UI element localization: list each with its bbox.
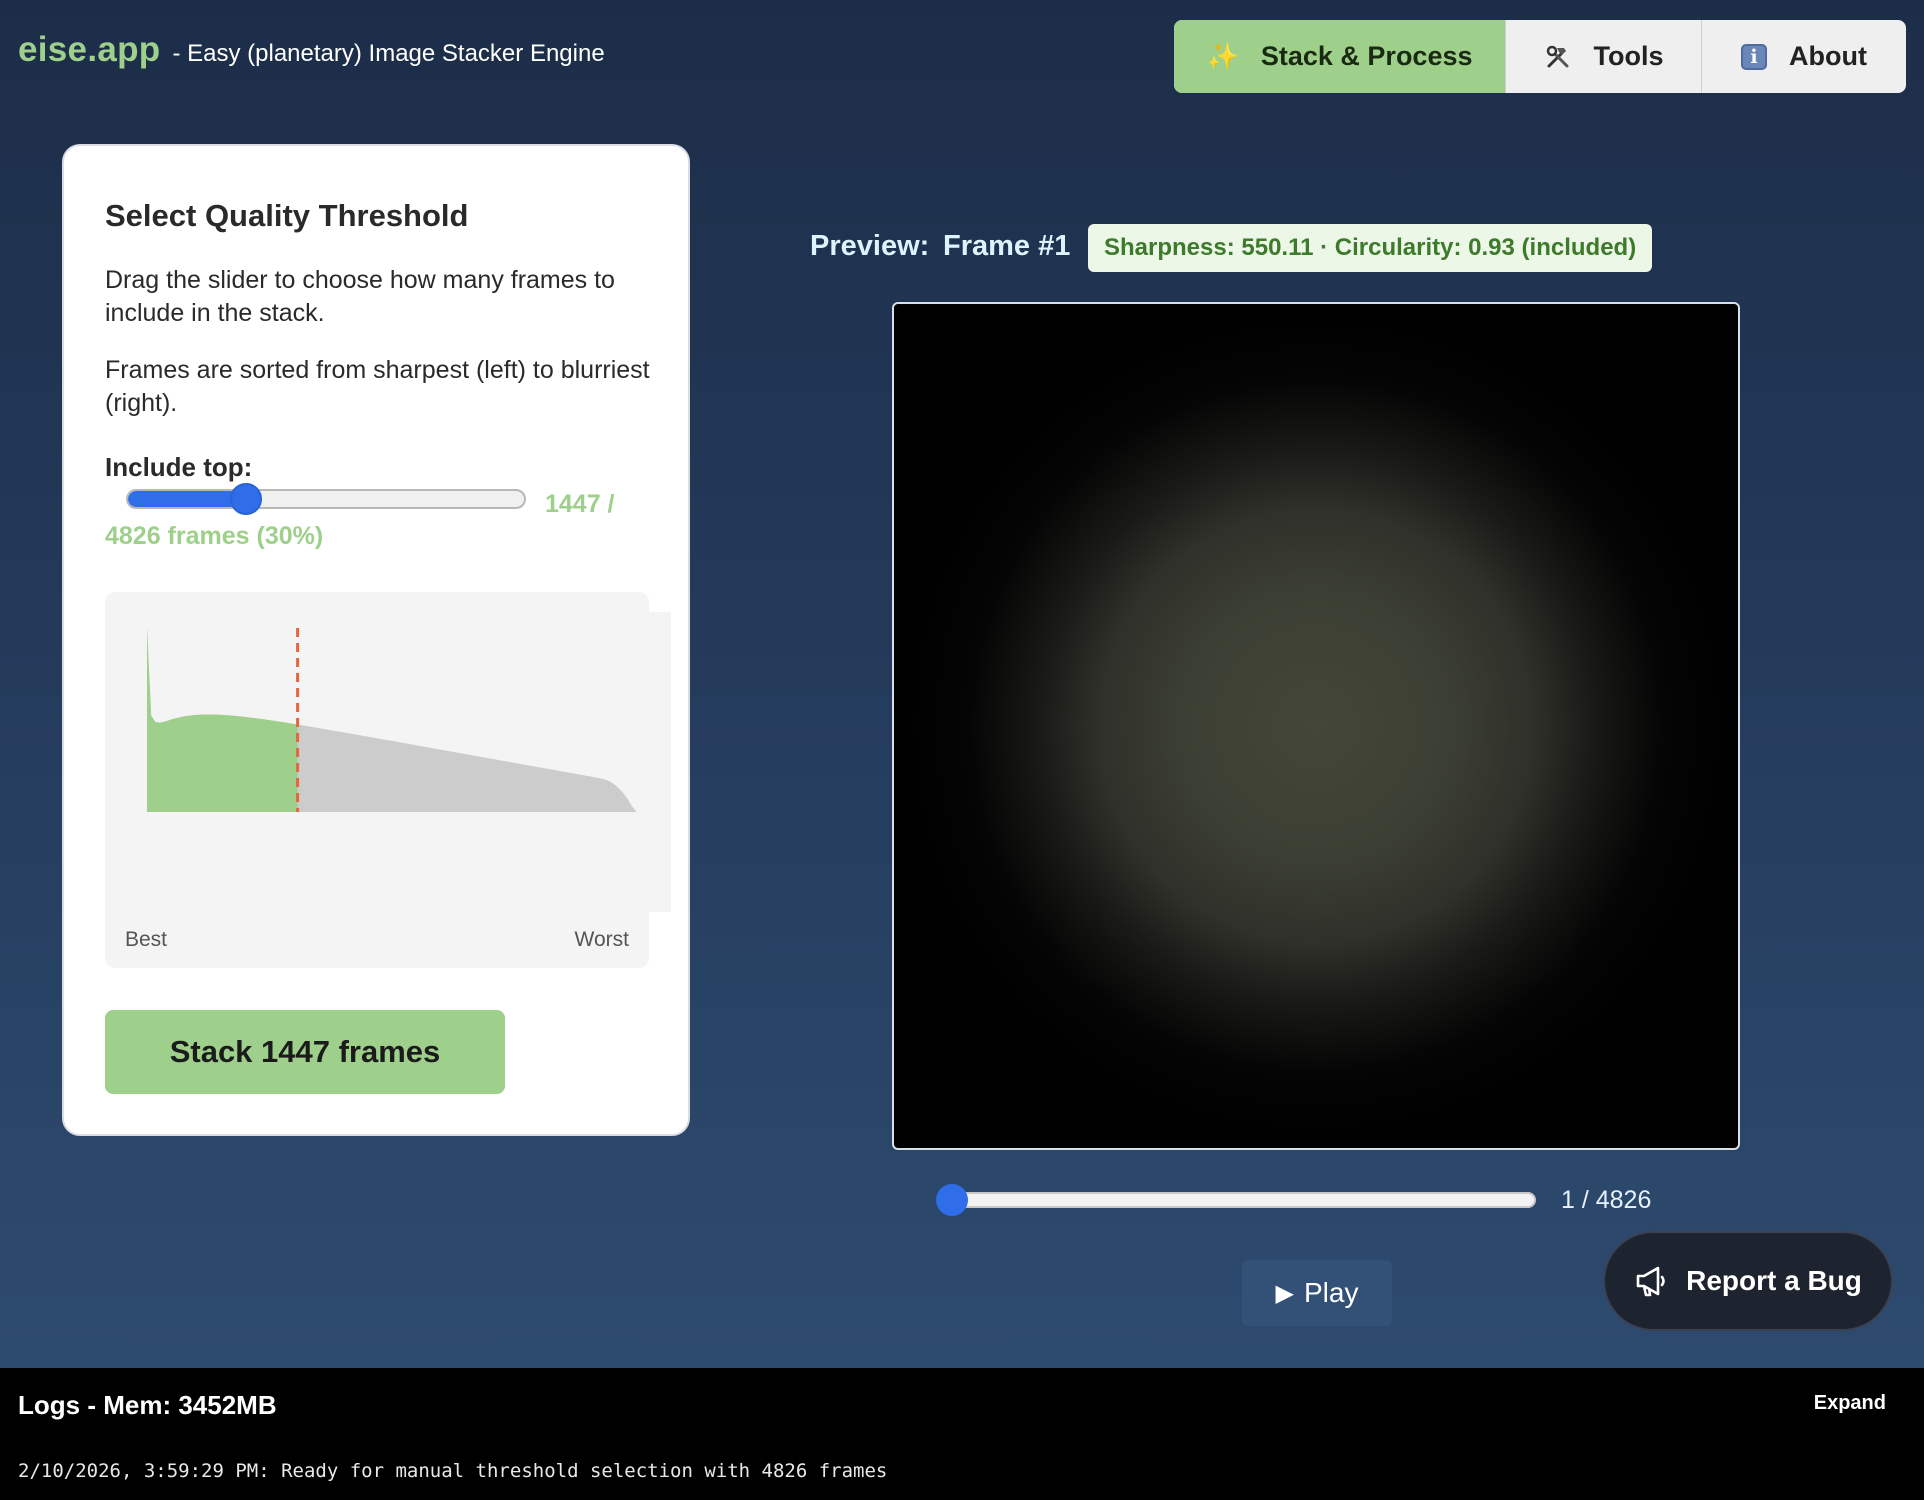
frame-count-total: 4826 frames (30%) xyxy=(105,522,324,550)
frame-counter: 1 / 4826 xyxy=(1561,1186,1652,1214)
report-bug-label: Report a Bug xyxy=(1686,1265,1862,1296)
sort-description: Frames are sorted from sharpest (left) t… xyxy=(105,356,650,417)
frame-metrics-badge: Sharpness: 550.11 · Circularity: 0.93 (i… xyxy=(1088,224,1653,272)
included-area xyxy=(147,628,298,812)
main-nav: ✨ Stack & Process Tools i About xyxy=(1174,20,1906,93)
tab-label: About xyxy=(1789,41,1867,71)
play-icon: ▶ xyxy=(1275,1279,1294,1307)
tab-about[interactable]: i About xyxy=(1702,20,1906,93)
include-top-label: Include top: xyxy=(105,452,253,482)
log-entry: 2/10/2026, 3:59:29 PM: Ready for manual … xyxy=(18,1460,888,1482)
frame-slider-track[interactable] xyxy=(952,1192,1536,1208)
play-label: Play xyxy=(1304,1277,1359,1308)
best-label: Best xyxy=(125,928,168,951)
chart-shadow xyxy=(649,612,671,912)
logs-panel: Logs - Mem: 3452MB Expand 2/10/2026, 3:5… xyxy=(0,1368,1924,1500)
threshold-card: Select Quality Threshold Drag the slider… xyxy=(62,144,690,1136)
brand: eise.app - Easy (planetary) Image Stacke… xyxy=(18,30,605,70)
preview-label: Preview: xyxy=(810,230,930,262)
frame-count-selected: 1447 / xyxy=(545,490,615,518)
tab-label: Tools xyxy=(1593,41,1664,71)
frame-slider-thumb[interactable] xyxy=(936,1184,968,1216)
tab-tools[interactable]: Tools xyxy=(1506,20,1702,93)
play-button[interactable]: ▶ Play xyxy=(1242,1260,1392,1326)
sharpness-distribution-chart[interactable]: Best Worst xyxy=(105,592,649,968)
stack-frames-button[interactable]: Stack 1447 frames xyxy=(105,1010,505,1094)
brand-tagline: - Easy (planetary) Image Stacker Engine xyxy=(172,40,605,67)
logs-expand-button[interactable]: Expand xyxy=(1814,1392,1886,1415)
tab-label: Stack & Process xyxy=(1260,41,1473,71)
megaphone-icon xyxy=(1636,1266,1665,1297)
preview-frame-number: Frame #1 xyxy=(943,230,1071,262)
frame-preview-image xyxy=(892,302,1740,1150)
info-icon: i xyxy=(1741,43,1768,70)
threshold-slider-thumb[interactable] xyxy=(230,483,262,515)
tab-stack-process[interactable]: ✨ Stack & Process xyxy=(1174,20,1506,93)
worst-label: Worst xyxy=(574,928,629,951)
slider-instructions: Drag the slider to choose how many frame… xyxy=(105,266,615,327)
threshold-slider-track[interactable] xyxy=(126,489,526,509)
report-bug-button[interactable]: Report a Bug xyxy=(1603,1231,1893,1331)
logs-title: Logs - Mem: 3452MB xyxy=(18,1390,277,1420)
hammer-wrench-icon xyxy=(1544,43,1572,71)
brand-name[interactable]: eise.app xyxy=(18,30,160,70)
card-title: Select Quality Threshold xyxy=(105,198,469,233)
distribution-svg xyxy=(147,628,649,812)
sparkle-icon: ✨ xyxy=(1206,41,1239,71)
